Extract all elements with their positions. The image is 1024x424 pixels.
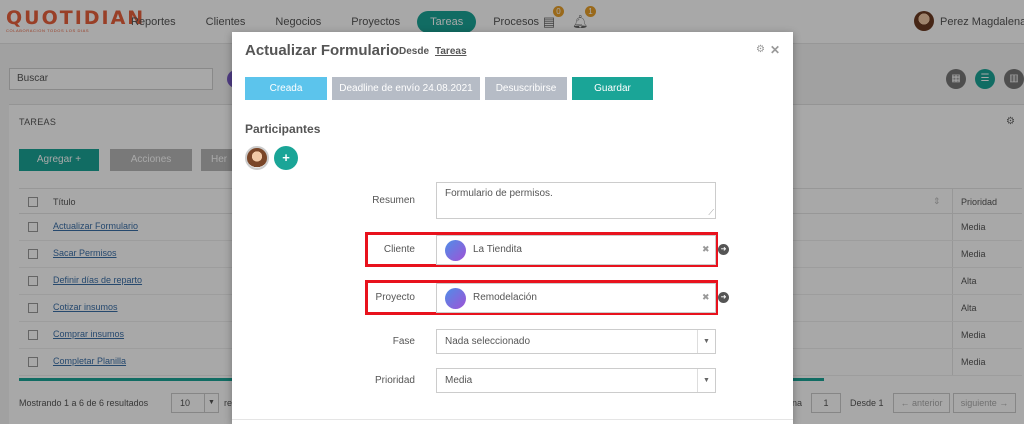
clear-project-icon[interactable]: ✖ [702, 292, 710, 303]
add-participant-button[interactable]: + [274, 146, 298, 170]
project-field[interactable]: Remodelación ✖ [436, 283, 716, 313]
modal-from-link[interactable]: Tareas [435, 46, 467, 57]
phase-value: Nada seleccionado [445, 336, 531, 347]
chevron-down-icon: ▼ [697, 330, 715, 353]
modal-title: Actualizar Formulario [245, 42, 400, 59]
project-label: Proyecto [375, 292, 415, 303]
client-value: La Tiendita [473, 244, 522, 255]
phase-label: Fase [392, 336, 415, 347]
resize-handle-icon[interactable]: ⟋ [708, 208, 714, 218]
status-button[interactable]: Creada [245, 77, 327, 100]
deadline-button[interactable]: Deadline de envío 24.08.2021 [332, 77, 480, 100]
participants-heading: Participantes [245, 122, 321, 136]
priority-label: Prioridad [374, 375, 415, 386]
participant-avatar[interactable] [245, 146, 269, 170]
client-label: Cliente [383, 244, 415, 255]
unsubscribe-button[interactable]: Desuscribirse [485, 77, 567, 100]
modal-footer-divider [232, 419, 793, 420]
open-project-icon[interactable]: ➜ [718, 292, 729, 303]
client-field[interactable]: La Tiendita ✖ [436, 235, 716, 265]
priority-select[interactable]: Media ▼ [436, 368, 716, 393]
client-avatar [445, 240, 466, 261]
close-icon[interactable]: ✕ [770, 43, 780, 57]
project-value: Remodelación [473, 292, 537, 303]
modal-from-label: Desde [399, 46, 430, 57]
open-client-icon[interactable]: ➜ [718, 244, 729, 255]
summary-label: Resumen [372, 195, 415, 206]
chevron-down-icon: ▼ [697, 369, 715, 392]
save-button[interactable]: Guardar [572, 77, 653, 100]
priority-value: Media [445, 375, 473, 386]
phase-select[interactable]: Nada seleccionado ▼ [436, 329, 716, 354]
summary-value: Formulario de permisos. [445, 188, 553, 199]
gear-icon[interactable]: ⚙ [756, 44, 765, 55]
summary-textarea[interactable]: Formulario de permisos. ⟋ [436, 182, 716, 219]
task-modal: Actualizar Formulario Desde Tareas ⚙ ✕ C… [232, 32, 793, 424]
clear-client-icon[interactable]: ✖ [702, 244, 710, 255]
project-avatar [445, 288, 466, 309]
